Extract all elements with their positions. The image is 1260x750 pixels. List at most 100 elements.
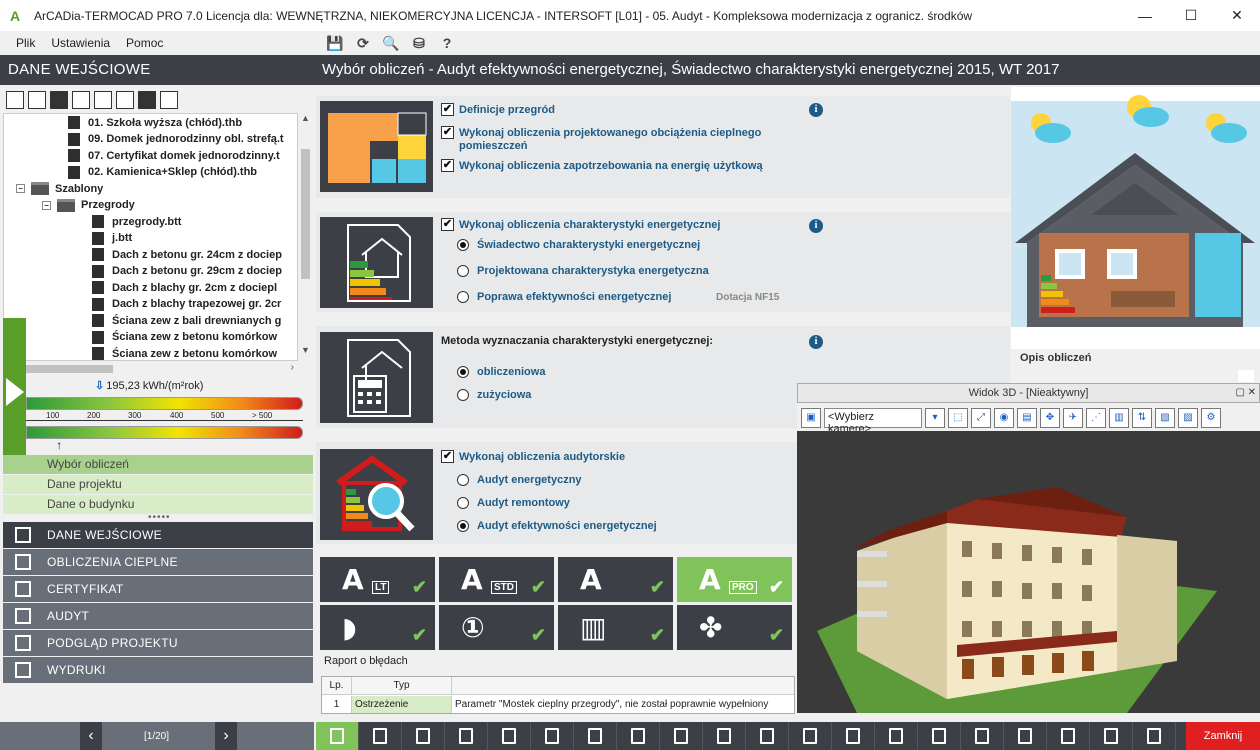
nav-wydruki[interactable]: WYDRUKI bbox=[3, 657, 313, 683]
scroll-right-icon[interactable]: › bbox=[291, 362, 294, 373]
scroll-up-icon[interactable]: ▲ bbox=[298, 113, 313, 129]
view-3d-canvas[interactable] bbox=[797, 431, 1260, 713]
projektowana-charakterystyka-radio[interactable]: Projektowana charakterystyka energetyczn… bbox=[457, 265, 709, 277]
dropdown-icon[interactable]: ▾ bbox=[925, 408, 945, 428]
collapse-icon[interactable]: − bbox=[16, 184, 25, 193]
walk-icon[interactable]: ⋰ bbox=[1086, 408, 1106, 428]
report-button-2[interactable] bbox=[402, 722, 445, 750]
info-icon[interactable]: i bbox=[809, 335, 823, 349]
database-icon[interactable]: ⛁ bbox=[409, 33, 429, 53]
color-icon[interactable]: ◉ bbox=[994, 408, 1014, 428]
new-file-icon[interactable] bbox=[6, 91, 24, 109]
nav-certyfikat[interactable]: CERTYFIKAT bbox=[3, 576, 313, 602]
settings-3d-icon[interactable]: ⚙ bbox=[1201, 408, 1221, 428]
maximize-button[interactable]: ☐ bbox=[1168, 0, 1214, 31]
library-icon[interactable] bbox=[116, 91, 134, 109]
scroll-down-icon[interactable]: ▼ bbox=[298, 345, 313, 361]
radio-button[interactable] bbox=[457, 366, 469, 378]
save-file-icon[interactable] bbox=[50, 91, 68, 109]
tree-item[interactable]: Ściana zew z bali drewnianych g bbox=[4, 313, 297, 329]
module-one[interactable]: ① ✔ bbox=[439, 605, 554, 650]
minimize-button[interactable]: — bbox=[1122, 0, 1168, 31]
tree-item[interactable]: Ściana zew z betonu komórkow bbox=[4, 346, 297, 360]
report-button-7[interactable] bbox=[617, 722, 660, 750]
obliczenia-audytorskie-checkbox[interactable]: ✔ Wykonaj obliczenia audytorskie bbox=[441, 450, 625, 463]
project-tree[interactable]: 01. Szkoła wyższa (chłód).thb 09. Domek … bbox=[3, 113, 298, 361]
report-button-3[interactable] bbox=[445, 722, 488, 750]
tree-item[interactable]: Ściana zew z betonu komórkow bbox=[4, 329, 297, 345]
collapse-icon[interactable]: − bbox=[42, 200, 51, 210]
audit-button-3[interactable] bbox=[789, 722, 832, 750]
checkbox-box[interactable]: ✔ bbox=[441, 218, 454, 231]
close-window-button[interactable]: ✕ bbox=[1214, 0, 1260, 31]
tree-item[interactable]: 01. Szkoła wyższa (chłód).thb bbox=[4, 115, 297, 131]
radio-button[interactable] bbox=[457, 520, 469, 532]
subnav-dane-projektu[interactable]: Dane projektu bbox=[3, 475, 313, 494]
preview-icon[interactable]: 🔍 bbox=[381, 33, 401, 53]
snapshot-icon[interactable]: ▨ bbox=[1178, 408, 1198, 428]
copy-icon[interactable] bbox=[94, 91, 112, 109]
next-page-button[interactable]: › bbox=[215, 722, 237, 750]
report-button-5[interactable] bbox=[531, 722, 574, 750]
poprawa-efektywnosci-radio[interactable]: Poprawa efektywności energetycznej bbox=[457, 291, 671, 303]
zoom-extents-icon[interactable]: ⤢ bbox=[971, 408, 991, 428]
nav-obliczenia-cieplne[interactable]: OBLICZENIA CIEPLNE bbox=[3, 549, 313, 575]
obliczeniowa-radio[interactable]: obliczeniowa bbox=[457, 366, 545, 378]
checkbox-box[interactable]: ✔ bbox=[441, 450, 454, 463]
level-icon[interactable]: ⇅ bbox=[1132, 408, 1152, 428]
tree-item[interactable]: Dach z blachy trapezowej gr. 2cr bbox=[4, 296, 297, 312]
export-image-icon[interactable]: ▧ bbox=[1155, 408, 1175, 428]
audit-button-5[interactable] bbox=[875, 722, 918, 750]
refresh-icon[interactable]: ⟳ bbox=[353, 33, 373, 53]
tree-folder[interactable]: − Szablony bbox=[4, 181, 297, 197]
charakterystyka-energetyczna-checkbox[interactable]: ✔ Wykonaj obliczenia charakterystyki ener… bbox=[441, 218, 720, 231]
swiadectwo-radio[interactable]: Świadectwo charakterystyki energetycznej bbox=[457, 239, 700, 251]
menu-file[interactable]: Plik bbox=[8, 36, 43, 50]
opis-expand-button[interactable] bbox=[1238, 370, 1254, 382]
tree-item[interactable]: 07. Certyfikat domek jednorodzinny.t bbox=[4, 148, 297, 164]
tree-item[interactable]: 02. Kamienica+Sklep (chłód).thb bbox=[4, 164, 297, 180]
tree-horizontal-scrollbar[interactable]: › bbox=[3, 361, 298, 377]
radio-button[interactable] bbox=[457, 474, 469, 486]
module-base[interactable]: A ✔ bbox=[558, 557, 673, 602]
close-button[interactable]: Zamknij bbox=[1186, 722, 1260, 750]
close-icon[interactable]: ✕ bbox=[1248, 384, 1256, 402]
settings-icon[interactable] bbox=[138, 91, 156, 109]
module-std[interactable]: A STD ✔ bbox=[439, 557, 554, 602]
nav-audyt[interactable]: AUDYT bbox=[3, 603, 313, 629]
fly-icon[interactable]: ✈ bbox=[1063, 408, 1083, 428]
tree-folder[interactable]: − Przegrody bbox=[4, 197, 297, 213]
report-button-8[interactable] bbox=[660, 722, 703, 750]
info-icon[interactable]: i bbox=[809, 219, 823, 233]
audit-button-2[interactable] bbox=[746, 722, 789, 750]
scroll-thumb[interactable] bbox=[23, 365, 113, 373]
tree-vertical-scrollbar[interactable]: ▲ ▼ bbox=[298, 113, 313, 361]
checkbox-box[interactable]: ✔ bbox=[441, 103, 454, 116]
edit-input-button[interactable] bbox=[316, 722, 359, 750]
module-heat[interactable]: ◗ ✔ bbox=[320, 605, 435, 650]
checkbox-box[interactable]: ✔ bbox=[441, 126, 454, 139]
tree-item[interactable]: j.btt bbox=[4, 230, 297, 246]
zoom-window-icon[interactable]: ⬚ bbox=[948, 408, 968, 428]
print-button-1[interactable] bbox=[1090, 722, 1133, 750]
tree-item[interactable]: przegrody.btt bbox=[4, 214, 297, 230]
radio-button[interactable] bbox=[457, 265, 469, 277]
nav-podglad-projektu[interactable]: PODGLĄD PROJEKTU bbox=[3, 630, 313, 656]
obciazenie-cieplne-checkbox[interactable]: ✔ Wykonaj obliczenia projektowanego obcią… bbox=[441, 126, 761, 139]
audyt-remontowy-radio[interactable]: Audyt remontowy bbox=[457, 497, 570, 509]
audit-button-9[interactable] bbox=[1047, 722, 1090, 750]
section-icon[interactable]: ▥ bbox=[1109, 408, 1129, 428]
audit-button-6[interactable] bbox=[918, 722, 961, 750]
audit-button-7[interactable] bbox=[961, 722, 1004, 750]
scroll-thumb[interactable] bbox=[301, 149, 310, 279]
energia-uzytkowa-checkbox[interactable]: ✔ Wykonaj obliczenia zapotrzebowania na e… bbox=[441, 159, 763, 172]
radio-button[interactable] bbox=[457, 497, 469, 509]
print-button-2[interactable] bbox=[1133, 722, 1176, 750]
save-icon[interactable]: 💾 bbox=[325, 33, 345, 53]
audit-button-8[interactable] bbox=[1004, 722, 1047, 750]
module-pro[interactable]: A PRO ✔ bbox=[677, 557, 792, 602]
tree-item[interactable]: 09. Domek jednorodzinny obl. strefą.t bbox=[4, 131, 297, 147]
module-lt[interactable]: A LT ✔ bbox=[320, 557, 435, 602]
report-button-6[interactable] bbox=[574, 722, 617, 750]
checkbox-box[interactable]: ✔ bbox=[441, 159, 454, 172]
